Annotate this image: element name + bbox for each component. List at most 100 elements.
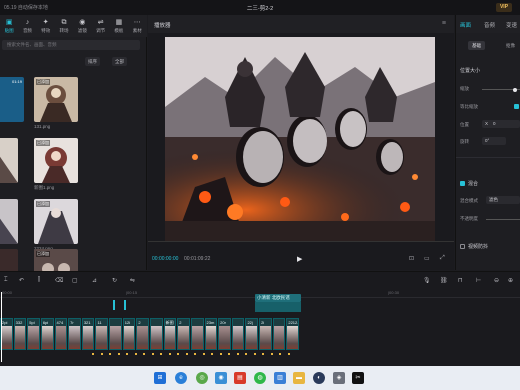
video-clip[interactable]: 11	[95, 318, 109, 350]
video-clip[interactable]	[272, 318, 286, 350]
search-input[interactable]: 搜索文件名、画面、音频	[2, 40, 140, 50]
zoom-out-icon[interactable]: ⊖	[494, 277, 499, 284]
folder-icon[interactable]: ▬	[293, 372, 305, 384]
media-item[interactable]: 01:19	[0, 77, 24, 122]
preview-axis-icon[interactable]: ⊢	[476, 277, 481, 284]
ratio-icon[interactable]: ▭	[424, 255, 430, 262]
video-clip[interactable]: 7r	[68, 318, 81, 350]
mirror-icon[interactable]: ⇋	[130, 277, 135, 284]
scale-slider[interactable]	[482, 87, 520, 92]
keyframe-marker[interactable]	[270, 353, 273, 355]
app-red-icon[interactable]: ▤	[234, 372, 246, 384]
playback-progress[interactable]	[148, 241, 454, 242]
media-item[interactable]: 已添加	[34, 199, 78, 244]
magnet-icon[interactable]: ⊓	[458, 277, 463, 284]
app-dark-icon[interactable]: ◐	[313, 372, 325, 384]
record-icon[interactable]: 🎙	[423, 277, 431, 284]
keyframe-marker[interactable]	[202, 353, 205, 355]
keyframe-marker[interactable]	[228, 353, 230, 355]
video-clip[interactable]: 2	[136, 318, 149, 350]
video-clip[interactable]: 2	[177, 318, 190, 350]
start-icon[interactable]: ⊞	[154, 372, 166, 384]
keyframe-marker[interactable]	[245, 353, 247, 355]
video-clip[interactable]: 20r	[218, 318, 231, 350]
video-clip[interactable]: 新图	[163, 318, 177, 350]
app-gray-icon[interactable]: ◈	[333, 372, 345, 384]
delete-icon[interactable]: ⌫	[55, 277, 63, 284]
keyframe-marker[interactable]	[143, 353, 145, 355]
keyframe-marker[interactable]	[287, 353, 290, 355]
keyframe-marker[interactable]	[117, 353, 120, 355]
keyframe-marker[interactable]	[126, 353, 128, 355]
fullscreen-icon[interactable]: ⤢	[440, 255, 445, 262]
video-clip[interactable]: 321	[81, 318, 95, 350]
video-clip[interactable]: 23m	[204, 318, 218, 350]
wechat-icon[interactable]: ◍	[254, 372, 266, 384]
audio-waveform[interactable]	[255, 302, 301, 312]
tool-audio[interactable]: ♪ 音频	[18, 15, 36, 37]
video-clip[interactable]	[109, 318, 122, 350]
subtab-cutout[interactable]: 抠像	[502, 41, 519, 50]
tool-effects[interactable]: ◉ 滤镜	[73, 15, 91, 37]
stabilize-checkbox[interactable]	[460, 244, 465, 249]
qq-icon[interactable]: ◉	[215, 372, 227, 384]
play-icon[interactable]: ▶	[297, 255, 302, 263]
media-item[interactable]: 已添加	[34, 77, 78, 122]
tool-media[interactable]: ▣ 贴图	[0, 15, 18, 37]
keyframe-marker[interactable]	[219, 353, 222, 355]
uniform-scale-checkbox[interactable]	[514, 104, 519, 109]
audio-clip[interactable]: 小清新 北欧民谣	[255, 294, 301, 302]
capcut-icon[interactable]: ✂	[352, 372, 364, 384]
link-icon[interactable]: ⛓	[440, 277, 448, 284]
video-clip[interactable]: 2i	[259, 318, 272, 350]
tool-transition[interactable]: ⇌ 调节	[91, 15, 109, 37]
fit-icon[interactable]: ⊡	[409, 255, 414, 262]
video-clip[interactable]: 5pi	[27, 318, 40, 350]
video-clip[interactable]: 22j	[245, 318, 259, 350]
split-icon[interactable]: ⫿	[38, 277, 40, 284]
keyframe-marker[interactable]	[262, 353, 264, 355]
tool-more[interactable]: ⋯ 素材	[128, 15, 146, 37]
tool-template[interactable]: ▦ 模板	[110, 15, 128, 37]
tool-text[interactable]: ✦ 特效	[37, 15, 55, 37]
keyframe-marker[interactable]	[100, 353, 103, 355]
tab-audio[interactable]: 音频	[484, 21, 495, 29]
subtab-basic[interactable]: 基础	[468, 41, 485, 50]
video-clip[interactable]: 332	[13, 318, 27, 350]
audio-marker[interactable]	[124, 300, 126, 310]
filter-all-button[interactable]: 全部	[112, 57, 127, 66]
crop-icon[interactable]: ⊿	[92, 277, 97, 284]
media-item[interactable]: 已添加	[34, 138, 78, 183]
blend-checkbox[interactable]	[460, 181, 465, 186]
app-blue-icon[interactable]: ▥	[274, 372, 286, 384]
vip-badge[interactable]: VIP	[496, 3, 512, 12]
menu-icon[interactable]: ≡	[442, 20, 446, 27]
undo-icon[interactable]: ↶	[19, 277, 24, 284]
rotate-field[interactable]: 0°	[482, 137, 506, 145]
keyframe-marker[interactable]	[151, 353, 154, 355]
select-icon[interactable]: ⌶	[4, 277, 8, 284]
keyframe-marker[interactable]	[236, 353, 239, 355]
video-clip[interactable]	[231, 318, 245, 350]
sort-button[interactable]: 排序	[85, 57, 100, 66]
keyframe-marker[interactable]	[134, 353, 137, 355]
blend-mode-select[interactable]: 滤色	[486, 196, 520, 204]
keyframe-marker[interactable]	[211, 353, 213, 355]
keyframe-marker[interactable]	[253, 353, 256, 355]
playhead[interactable]	[1, 292, 2, 362]
media-item[interactable]	[0, 138, 18, 183]
tab-speed[interactable]: 变速	[506, 21, 517, 29]
media-item[interactable]	[0, 199, 18, 244]
video-clip[interactable]: 474	[54, 318, 68, 350]
keyframe-marker[interactable]	[185, 353, 188, 355]
audio-marker[interactable]	[113, 300, 115, 310]
video-clip[interactable]	[190, 318, 204, 350]
zoom-in-icon[interactable]: ⊕	[508, 277, 513, 284]
opacity-slider[interactable]	[486, 219, 520, 220]
tool-sticker[interactable]: ⧉ 转场	[55, 15, 73, 37]
position-x-field[interactable]: X 0	[482, 120, 520, 128]
keyframe-marker[interactable]	[194, 353, 196, 355]
tab-video[interactable]: 画面	[460, 21, 471, 29]
browser-icon[interactable]: ◎	[196, 372, 208, 384]
video-clip[interactable]: 12i	[122, 318, 136, 350]
